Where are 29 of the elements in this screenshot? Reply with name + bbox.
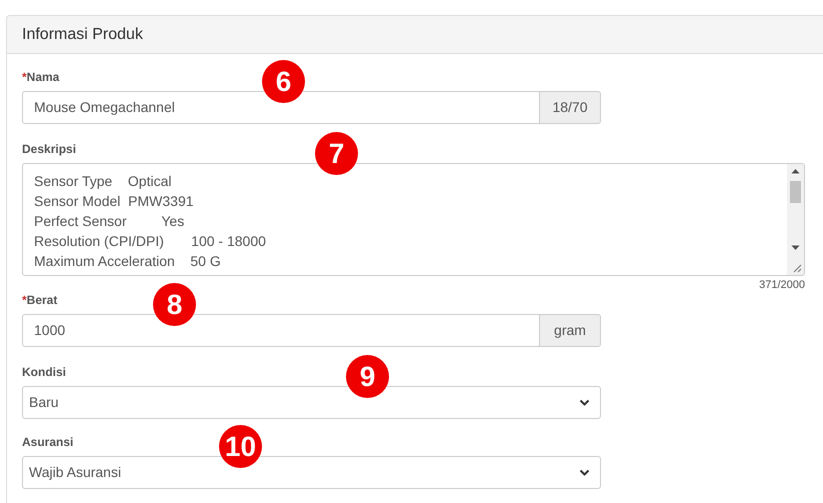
resize-handle-icon[interactable] [792, 263, 802, 273]
dropdown-select[interactable]: Wajib Asuransi [22, 456, 601, 489]
annotation-badge: 8 [153, 283, 196, 326]
character-counter: 371/2000 [759, 278, 805, 291]
annotation-badge: 10 [219, 425, 262, 468]
field-label: Asuransi [22, 434, 74, 450]
dropdown-select[interactable]: Baru [22, 386, 601, 419]
scroll-down-icon[interactable] [791, 245, 800, 251]
scroll-thumb[interactable] [790, 181, 801, 203]
annotation-badge: 7 [315, 132, 358, 175]
description-textarea[interactable]: Sensor Type Optical Sensor Model PMW3391 Perfect Sensor Yes Resolution (CPI/DPI) 100 - 18000 Maximum Acceleration 50 G [22, 163, 805, 276]
text-field[interactable]: 1000 [22, 314, 540, 347]
annotation-badge: 6 [262, 60, 305, 103]
input-addon: gram [540, 314, 601, 347]
text-field[interactable]: Mouse Omegachannel [22, 91, 540, 124]
field-label: Berat [26, 292, 58, 308]
field-label: Nama [26, 68, 60, 86]
required-asterisk: * [22, 68, 27, 86]
field-label: Deskripsi [22, 140, 76, 158]
scrollbar[interactable] [787, 164, 804, 275]
panel-title: Informasi Produk [22, 24, 143, 44]
required-asterisk: * [22, 292, 27, 308]
annotation-badge: 9 [346, 355, 389, 398]
chevron-down-icon [579, 398, 590, 406]
chevron-down-icon [579, 468, 590, 476]
field-label: Kondisi [22, 364, 66, 380]
description-text: Sensor Type Optical Sensor Model PMW3391 Perfect Sensor Yes Resolution (CPI/DPI) 100 - 18000 Maximum Acceleration 50 G [33, 172, 267, 271]
scroll-up-icon[interactable] [791, 168, 800, 174]
input-addon: 18/70 [540, 91, 601, 124]
